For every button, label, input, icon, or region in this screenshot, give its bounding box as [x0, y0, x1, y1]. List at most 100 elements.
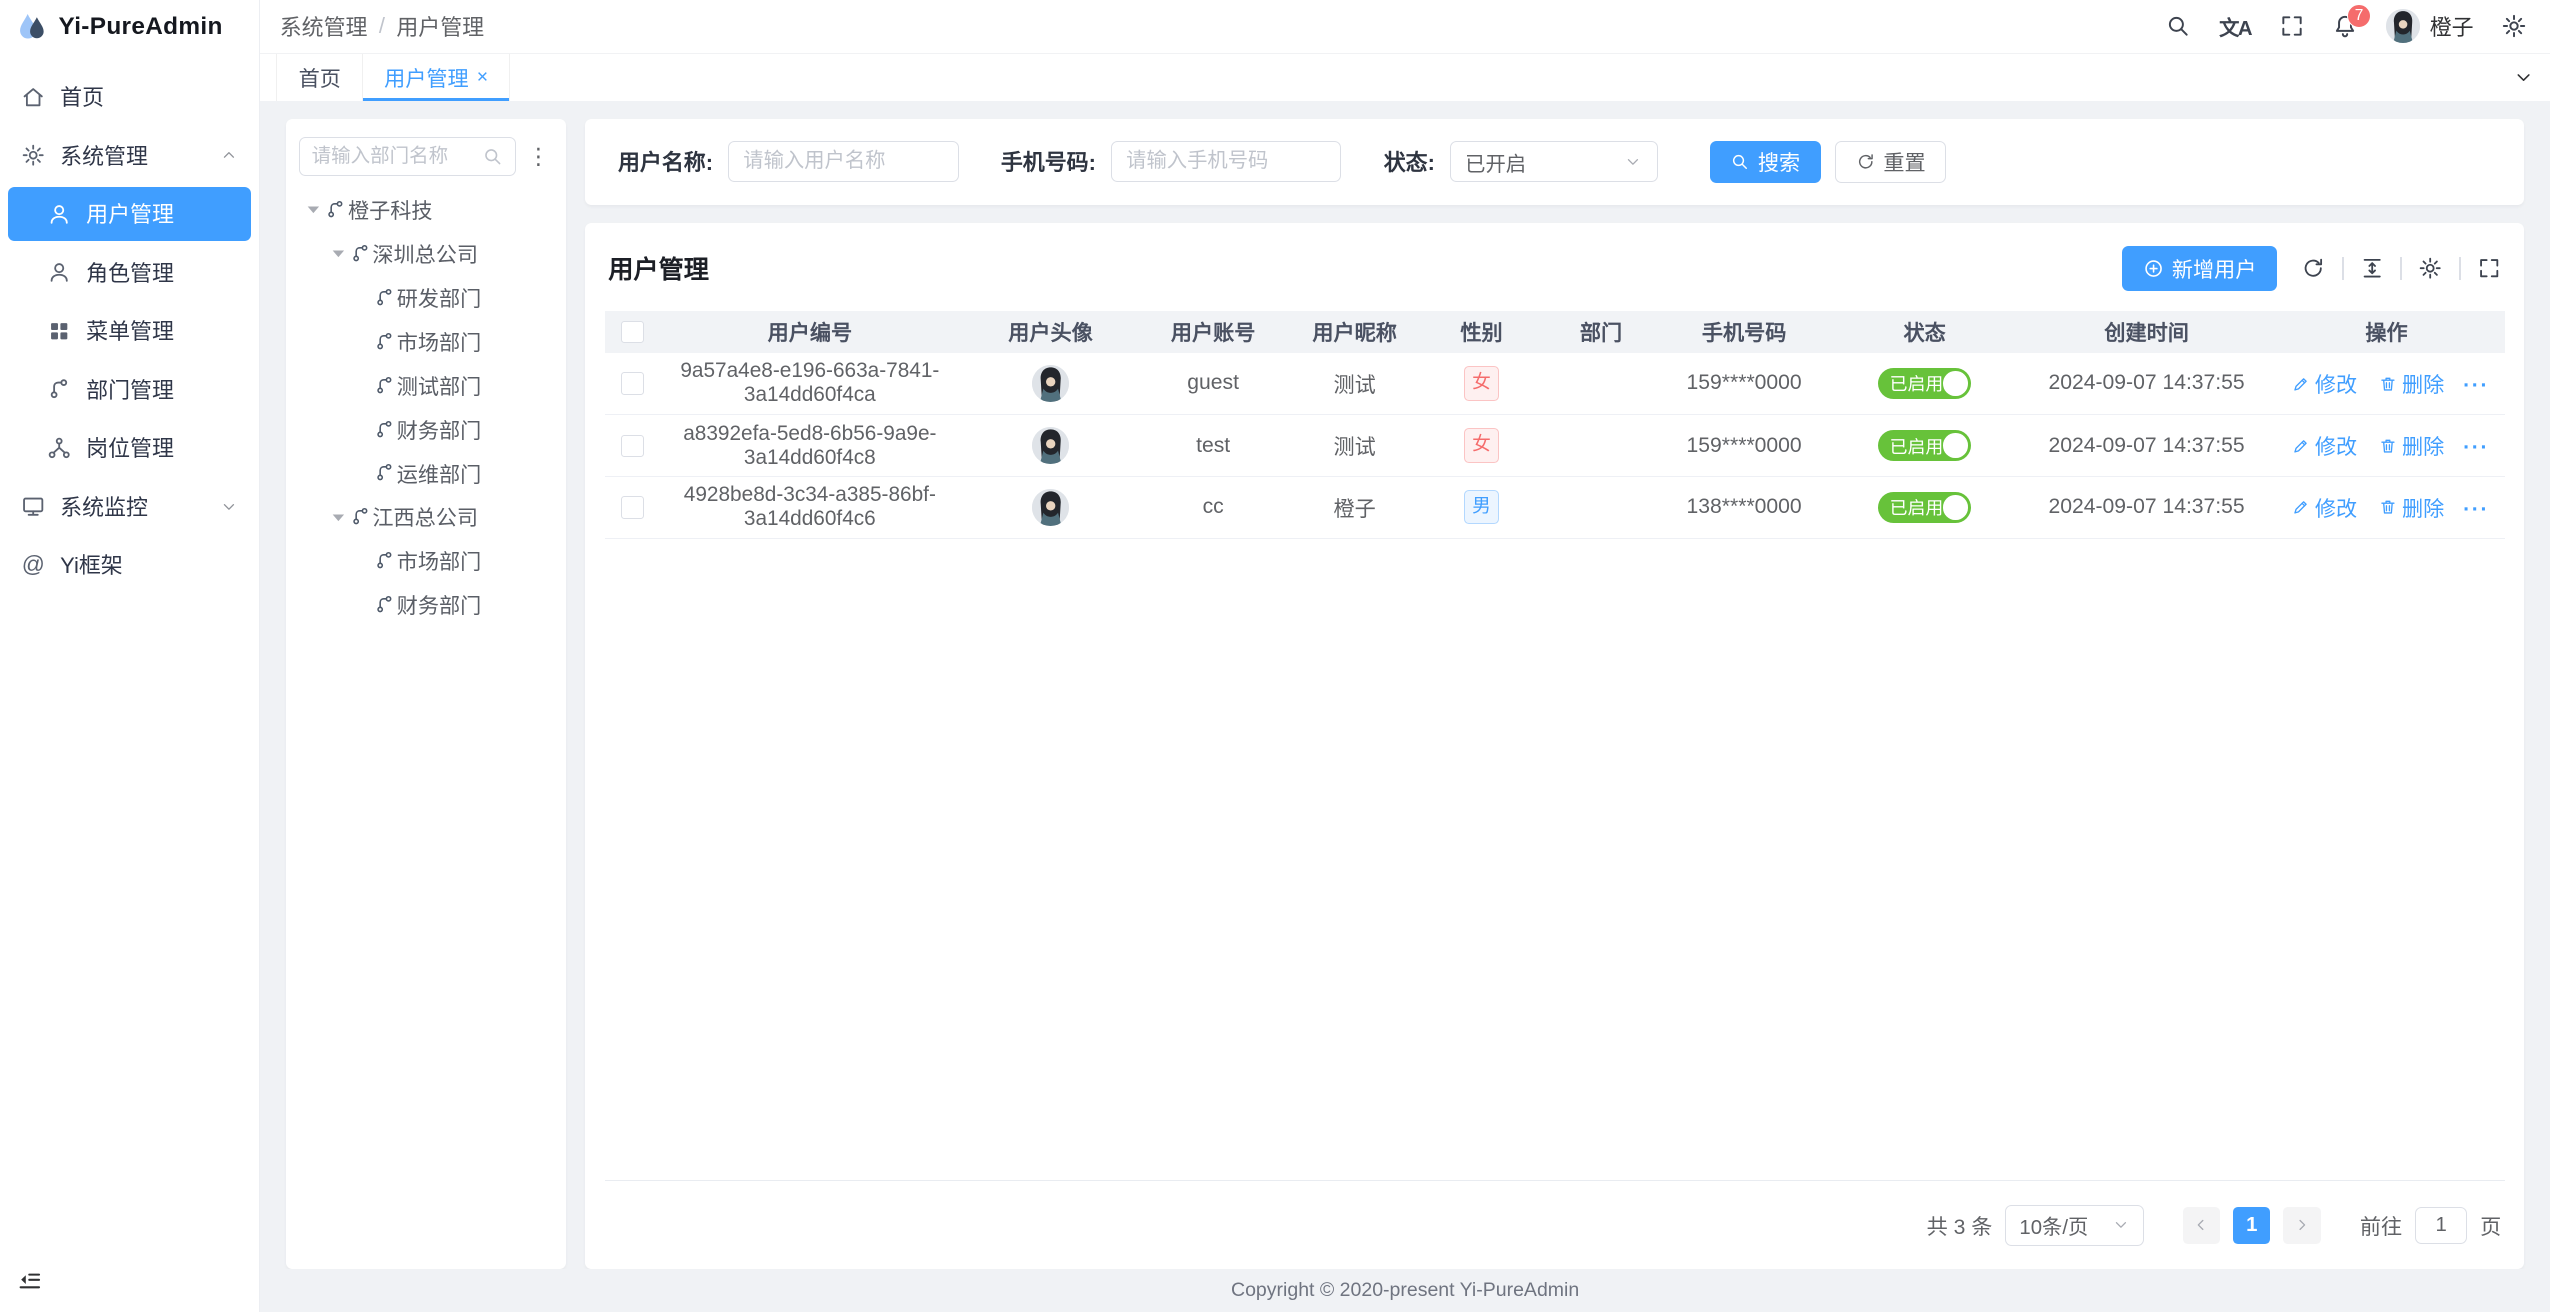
translate-button[interactable]: 文A [2219, 11, 2251, 41]
add-user-button[interactable]: 新增用户 [2122, 246, 2277, 292]
sidebar-item-menu-management[interactable]: 菜单管理 [8, 304, 251, 358]
edit-button[interactable]: 修改 [2292, 430, 2357, 461]
caret-down-icon[interactable] [327, 506, 350, 529]
table-fullscreen-icon[interactable] [2477, 256, 2501, 280]
status-toggle-label: 已启用 [1890, 494, 1944, 520]
column-settings-icon[interactable] [2418, 256, 2442, 280]
sidebar-item-post-management[interactable]: 岗位管理 [8, 421, 251, 475]
branch-icon [325, 199, 346, 220]
next-page-button[interactable] [2283, 1207, 2320, 1244]
department-search-box[interactable] [299, 137, 515, 176]
status-toggle-label: 已启用 [1890, 370, 1944, 396]
sidebar-collapse-button[interactable] [16, 1266, 44, 1301]
tree-node[interactable]: 市场部门 [299, 545, 553, 578]
edit-button[interactable]: 修改 [2292, 492, 2357, 523]
caret-down-icon[interactable] [302, 198, 325, 221]
collapse-menu-icon [16, 1266, 44, 1294]
more-actions-button[interactable]: ··· [2463, 374, 2489, 397]
tree-node[interactable]: 财务部门 [299, 413, 553, 446]
refresh-icon[interactable] [2301, 256, 2325, 280]
select-all-checkbox[interactable] [621, 321, 644, 344]
toolbar-divider [2459, 257, 2461, 280]
breadcrumb-item-system[interactable]: 系统管理 [280, 11, 368, 42]
sidebar-item-department-management[interactable]: 部门管理 [8, 363, 251, 417]
delete-button[interactable]: 删除 [2379, 492, 2444, 523]
tree-node[interactable]: 测试部门 [299, 369, 553, 402]
tab-home[interactable]: 首页 [276, 54, 363, 101]
fullscreen-button[interactable] [2279, 13, 2305, 39]
breadcrumb: 系统管理 / 用户管理 [280, 11, 484, 42]
caret-down-icon[interactable] [327, 242, 350, 265]
current-page-button[interactable]: 1 [2233, 1207, 2270, 1244]
global-search-button[interactable] [2165, 13, 2191, 39]
tree-node[interactable]: 研发部门 [299, 281, 553, 314]
row-checkbox[interactable] [621, 496, 644, 519]
reset-button[interactable]: 重置 [1835, 141, 1946, 183]
sidebar-item-home[interactable]: 首页 [8, 70, 251, 124]
user-menu[interactable]: 橙子 [2386, 9, 2474, 43]
sidebar-menu: 首页 系统管理 用户管理 角色管理 菜单管理 部门管理 [0, 54, 259, 597]
prev-page-button[interactable] [2183, 1207, 2220, 1244]
tree-node[interactable]: 财务部门 [299, 588, 553, 621]
column-header: 手机号码 [1664, 311, 1825, 353]
tree-node[interactable]: 江西总公司 [299, 501, 553, 534]
department-tree-panel: ⋮ 橙子科技 深圳总公司 研发部门 [286, 119, 566, 1269]
settings-button[interactable] [2501, 13, 2527, 39]
tree-node[interactable]: 运维部门 [299, 457, 553, 490]
breadcrumb-separator: / [379, 13, 385, 39]
user-table: 用户编号 用户头像 用户账号 用户昵称 性别 部门 手机号码 状态 创建时间 操… [605, 311, 2505, 539]
tabs-menu-button[interactable] [2498, 54, 2550, 101]
table-row: 4928be8d-3c34-a385-86bf-3a14dd60f4c6 cc … [605, 476, 2505, 538]
row-checkbox[interactable] [621, 372, 644, 395]
status-toggle[interactable]: 已启用 [1878, 430, 1971, 461]
sidebar-item-role-management[interactable]: 角色管理 [8, 246, 251, 300]
tree-node-label: 市场部门 [397, 545, 482, 576]
toolbar-divider [2400, 257, 2402, 280]
nickname-cell: 测试 [1285, 353, 1425, 415]
sidebar-item-system-monitor[interactable]: 系统监控 [8, 480, 251, 534]
tree-node[interactable]: 橙子科技 [299, 193, 553, 226]
edit-button[interactable]: 修改 [2292, 368, 2357, 399]
status-toggle[interactable]: 已启用 [1878, 368, 1971, 399]
tab-user-management[interactable]: 用户管理 × [363, 54, 510, 101]
close-tab-icon[interactable]: × [477, 66, 488, 89]
grid-icon [47, 319, 71, 343]
app-logo: Yi-PureAdmin [0, 0, 259, 54]
status-toggle[interactable]: 已启用 [1878, 492, 1971, 523]
department-search-input[interactable] [312, 145, 476, 168]
status-selected-value: 已开启 [1465, 147, 1526, 177]
search-button[interactable]: 搜索 [1710, 141, 1821, 183]
phone-filter-input[interactable] [1111, 141, 1342, 182]
pagination-total: 共 3 条 [1927, 1210, 1993, 1241]
delete-button[interactable]: 删除 [2379, 368, 2444, 399]
toolbar-divider [2342, 257, 2344, 280]
sidebar-item-system-management[interactable]: 系统管理 [8, 128, 251, 182]
goto-page-input[interactable] [2415, 1207, 2467, 1244]
more-actions-button[interactable]: ··· [2463, 436, 2489, 459]
table-toolbar: 新增用户 [2122, 246, 2501, 292]
density-icon[interactable] [2360, 256, 2384, 280]
notifications-button[interactable]: 7 [2332, 13, 2358, 39]
column-header: 创建时间 [2025, 311, 2269, 353]
chevron-down-icon [220, 498, 238, 516]
pencil-icon [2292, 498, 2310, 516]
app-window: Yi-PureAdmin 首页 系统管理 用户管理 角色管理 菜单 [0, 0, 2550, 1312]
sidebar: Yi-PureAdmin 首页 系统管理 用户管理 角色管理 菜单 [0, 0, 260, 1312]
tree-node[interactable]: 市场部门 [299, 325, 553, 358]
status-filter-select[interactable]: 已开启 [1450, 141, 1658, 182]
tree-node[interactable]: 深圳总公司 [299, 237, 553, 270]
more-vertical-icon[interactable]: ⋮ [524, 145, 553, 168]
column-header: 性别 [1425, 311, 1539, 353]
phone-filter-label: 手机号码: [1001, 146, 1096, 177]
filter-bar: 用户名称: 手机号码: 状态: 已开启 搜索 [585, 119, 2524, 205]
trash-icon [2379, 375, 2397, 393]
sidebar-item-yi-framework[interactable]: @ Yi框架 [8, 538, 251, 592]
sidebar-item-user-management[interactable]: 用户管理 [8, 187, 251, 241]
page-size-select[interactable]: 10条/页 [2005, 1205, 2143, 1246]
branch-icon [374, 550, 395, 571]
sidebar-item-label: 系统管理 [60, 140, 148, 171]
row-checkbox[interactable] [621, 435, 644, 458]
delete-button[interactable]: 删除 [2379, 430, 2444, 461]
more-actions-button[interactable]: ··· [2463, 498, 2489, 521]
username-filter-input[interactable] [728, 141, 959, 182]
